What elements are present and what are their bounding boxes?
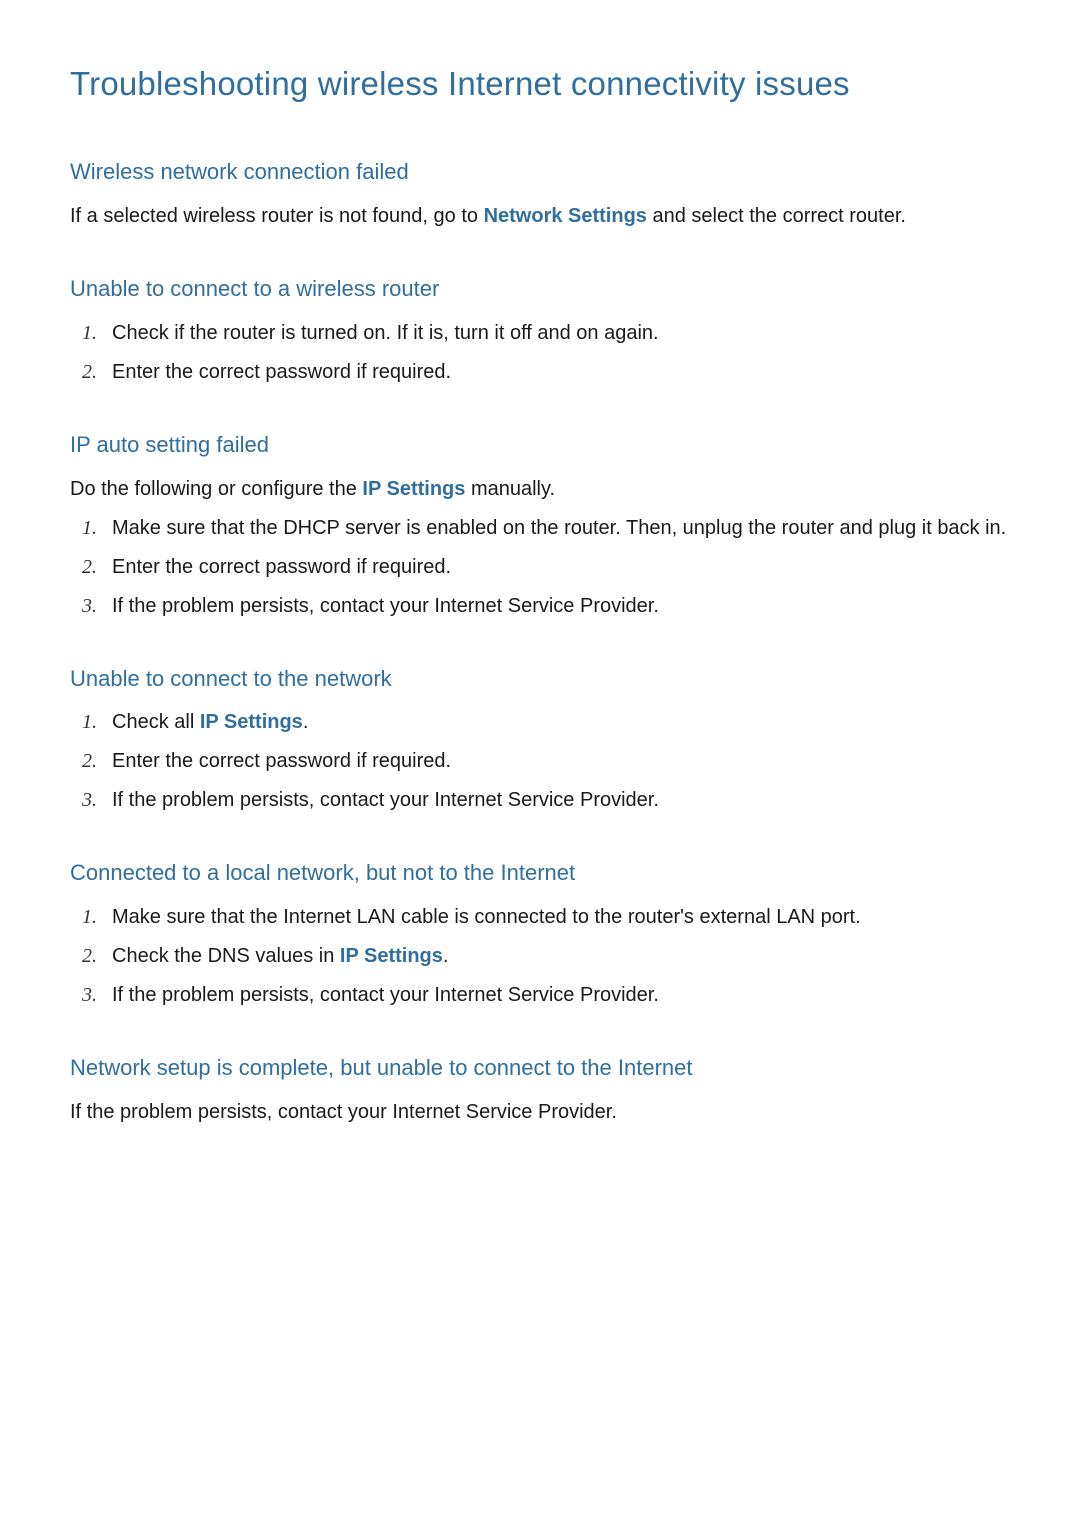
link-network-settings[interactable]: Network Settings <box>484 205 647 227</box>
ordered-list: 1. Check if the router is turned on. If … <box>70 319 1010 387</box>
text-fragment: . <box>303 711 309 733</box>
link-ip-settings[interactable]: IP Settings <box>200 711 303 733</box>
text-fragment: Check all <box>112 711 200 733</box>
list-number: 2. <box>70 358 112 387</box>
text-fragment: Check the DNS values in <box>112 945 340 967</box>
list-item: 2. Enter the correct password if require… <box>70 358 1010 387</box>
list-number: 3. <box>70 786 112 815</box>
list-text: Check all IP Settings. <box>112 708 1010 737</box>
list-text: Make sure that the DHCP server is enable… <box>112 514 1010 543</box>
list-text: Check the DNS values in IP Settings. <box>112 942 1010 971</box>
list-text: Make sure that the Internet LAN cable is… <box>112 903 1010 932</box>
list-number: 3. <box>70 592 112 621</box>
section-text: Do the following or configure the IP Set… <box>70 475 1010 504</box>
list-item: 1. Make sure that the Internet LAN cable… <box>70 903 1010 932</box>
ordered-list: 1. Make sure that the Internet LAN cable… <box>70 903 1010 1010</box>
list-text: If the problem persists, contact your In… <box>112 592 1010 621</box>
list-item: 1. Check all IP Settings. <box>70 708 1010 737</box>
section-unable-connect-network: Unable to connect to the network 1. Chec… <box>70 663 1010 816</box>
list-text: Check if the router is turned on. If it … <box>112 319 1010 348</box>
list-number: 2. <box>70 747 112 776</box>
text-fragment: Do the following or configure the <box>70 478 362 500</box>
section-heading: Network setup is complete, but unable to… <box>70 1052 1010 1084</box>
section-text: If the problem persists, contact your In… <box>70 1098 1010 1127</box>
list-item: 3. If the problem persists, contact your… <box>70 981 1010 1010</box>
list-number: 1. <box>70 903 112 932</box>
link-ip-settings[interactable]: IP Settings <box>340 945 443 967</box>
ordered-list: 1. Make sure that the DHCP server is ena… <box>70 514 1010 621</box>
list-item: 3. If the problem persists, contact your… <box>70 592 1010 621</box>
list-text: Enter the correct password if required. <box>112 747 1010 776</box>
text-fragment: . <box>443 945 449 967</box>
section-heading: Wireless network connection failed <box>70 156 1010 188</box>
list-item: 2. Enter the correct password if require… <box>70 553 1010 582</box>
text-fragment: If a selected wireless router is not fou… <box>70 205 484 227</box>
list-number: 3. <box>70 981 112 1010</box>
link-ip-settings[interactable]: IP Settings <box>362 478 465 500</box>
section-setup-complete-no-internet: Network setup is complete, but unable to… <box>70 1052 1010 1127</box>
list-number: 2. <box>70 553 112 582</box>
section-heading: Unable to connect to the network <box>70 663 1010 695</box>
list-text: If the problem persists, contact your In… <box>112 981 1010 1010</box>
section-wireless-failed: Wireless network connection failed If a … <box>70 156 1010 231</box>
text-fragment: manually. <box>465 478 555 500</box>
list-number: 1. <box>70 514 112 543</box>
list-item: 2. Enter the correct password if require… <box>70 747 1010 776</box>
text-fragment: and select the correct router. <box>647 205 906 227</box>
section-unable-connect-router: Unable to connect to a wireless router 1… <box>70 273 1010 387</box>
section-heading: IP auto setting failed <box>70 429 1010 461</box>
page-title: Troubleshooting wireless Internet connec… <box>70 60 1010 108</box>
section-heading: Connected to a local network, but not to… <box>70 857 1010 889</box>
ordered-list: 1. Check all IP Settings. 2. Enter the c… <box>70 708 1010 815</box>
section-text: If a selected wireless router is not fou… <box>70 202 1010 231</box>
list-number: 2. <box>70 942 112 971</box>
section-local-not-internet: Connected to a local network, but not to… <box>70 857 1010 1010</box>
list-item: 1. Make sure that the DHCP server is ena… <box>70 514 1010 543</box>
list-number: 1. <box>70 708 112 737</box>
list-item: 1. Check if the router is turned on. If … <box>70 319 1010 348</box>
section-ip-auto-failed: IP auto setting failed Do the following … <box>70 429 1010 621</box>
list-number: 1. <box>70 319 112 348</box>
list-text: Enter the correct password if required. <box>112 553 1010 582</box>
section-heading: Unable to connect to a wireless router <box>70 273 1010 305</box>
list-text: Enter the correct password if required. <box>112 358 1010 387</box>
list-text: If the problem persists, contact your In… <box>112 786 1010 815</box>
list-item: 2. Check the DNS values in IP Settings. <box>70 942 1010 971</box>
list-item: 3. If the problem persists, contact your… <box>70 786 1010 815</box>
